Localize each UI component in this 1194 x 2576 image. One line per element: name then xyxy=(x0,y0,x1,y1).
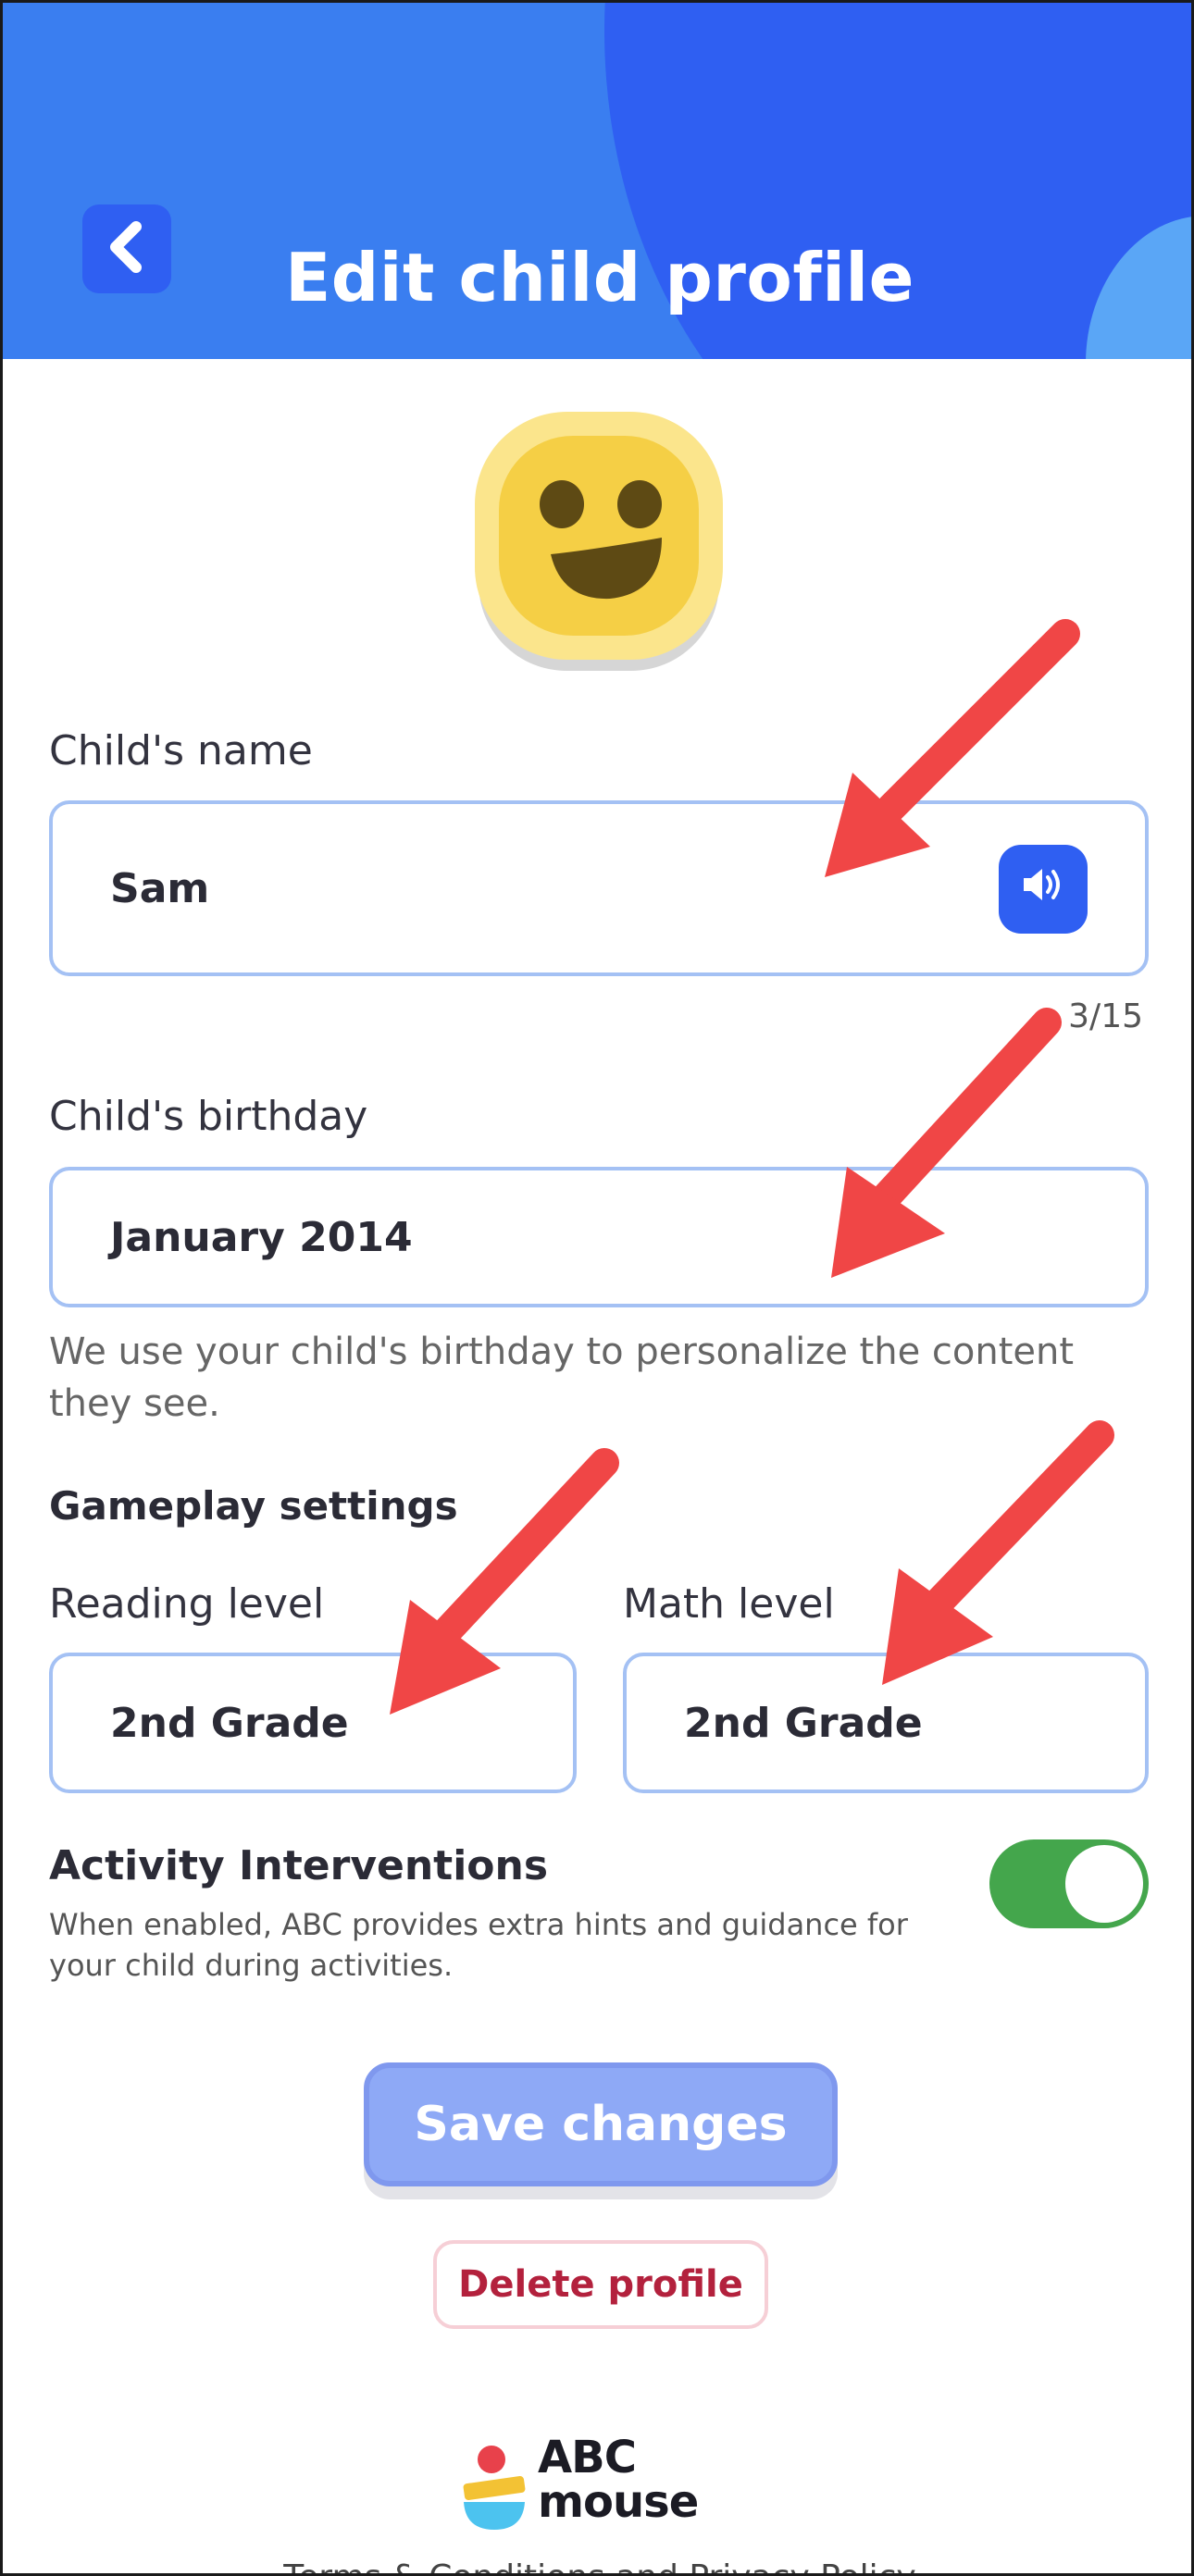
math-level-value: 2nd Grade xyxy=(684,1699,923,1747)
name-value: Sam xyxy=(110,864,210,912)
footer-legal-links[interactable]: Terms & Conditions and Privacy Policy xyxy=(3,2558,1191,2573)
speaker-button[interactable] xyxy=(999,845,1088,934)
reading-level-select[interactable]: 2nd Grade xyxy=(49,1653,577,1793)
activity-interventions-title: Activity Interventions xyxy=(49,1842,549,1889)
page-title: Edit child profile xyxy=(285,239,914,316)
math-level-select[interactable]: 2nd Grade xyxy=(623,1653,1149,1793)
annotation-arrow-math xyxy=(882,1420,1114,1685)
header: Edit child profile xyxy=(3,3,1191,359)
logo-line-abc: ABC xyxy=(538,2432,637,2483)
gameplay-settings-heading: Gameplay settings xyxy=(49,1483,458,1529)
name-character-counter: 3/15 xyxy=(1068,997,1143,1035)
reading-level-label: Reading level xyxy=(49,1580,325,1628)
birthday-input[interactable]: January 2014 xyxy=(49,1167,1149,1307)
birthday-help-text: We use your child's birthday to personal… xyxy=(49,1331,1075,1425)
activity-interventions-description: When enabled, ABC provides extra hints a… xyxy=(49,1907,908,1983)
logo-wordmark: ABC mouse xyxy=(538,2432,699,2528)
speaker-icon xyxy=(1022,866,1064,913)
abc-mouse-logo: ABC mouse xyxy=(460,2435,747,2533)
logo-line-mouse: mouse xyxy=(538,2476,699,2528)
birthday-value: January 2014 xyxy=(110,1213,413,1261)
activity-interventions-toggle[interactable] xyxy=(989,1839,1149,1928)
screen: Edit child profile Child's name Sam 3/15… xyxy=(0,0,1194,2576)
birthday-label: Child's birthday xyxy=(49,1093,368,1140)
name-label: Child's name xyxy=(49,727,313,774)
reading-level-value: 2nd Grade xyxy=(110,1699,349,1747)
child-avatar[interactable] xyxy=(471,408,727,673)
math-level-label: Math level xyxy=(623,1580,835,1628)
name-input[interactable]: Sam xyxy=(49,800,1149,976)
delete-profile-button[interactable]: Delete profile xyxy=(433,2240,768,2329)
toggle-knob xyxy=(1065,1845,1143,1923)
save-changes-button[interactable]: Save changes xyxy=(364,2062,838,2186)
